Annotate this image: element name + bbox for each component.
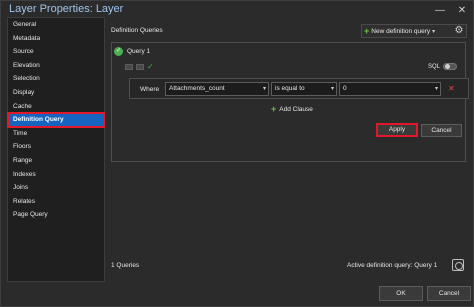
expression-alt-icon[interactable] bbox=[136, 64, 144, 70]
query-count: 1 Queries bbox=[111, 262, 140, 269]
where-label: Where bbox=[140, 86, 160, 93]
sidebar-item-range[interactable]: Range bbox=[8, 154, 104, 168]
minimize-icon[interactable]: — bbox=[433, 4, 447, 18]
gear-icon[interactable]: ⚙ bbox=[453, 25, 465, 37]
apply-button[interactable]: Apply bbox=[376, 123, 418, 137]
cancel-button[interactable]: Cancel bbox=[427, 286, 471, 301]
sidebar-item-time[interactable]: Time bbox=[8, 127, 104, 141]
plus-icon: + bbox=[271, 104, 277, 114]
sidebar-item-metadata[interactable]: Metadata bbox=[8, 32, 104, 46]
close-icon[interactable]: ✕ bbox=[455, 4, 469, 18]
field-value: Attachments_count bbox=[169, 85, 225, 92]
sidebar-item-source[interactable]: Source bbox=[8, 45, 104, 59]
verify-check-icon[interactable]: ✓ bbox=[147, 63, 154, 71]
sidebar-item-page-query[interactable]: Page Query bbox=[8, 208, 104, 222]
info-icon[interactable] bbox=[452, 259, 464, 271]
cancel-query-button[interactable]: Cancel bbox=[421, 124, 462, 137]
query-panel: ✓ Query 1 bbox=[111, 42, 466, 162]
operator-value: is equal to bbox=[275, 85, 305, 92]
operator-select[interactable]: is equal to ▾ bbox=[271, 82, 337, 96]
sql-toggle-knob bbox=[445, 64, 450, 69]
clause-value: 0 bbox=[343, 85, 347, 92]
window-title: Layer Properties: Layer bbox=[9, 3, 124, 15]
chevron-down-icon: ▾ bbox=[262, 86, 266, 92]
sidebar-item-floors[interactable]: Floors bbox=[8, 140, 104, 154]
query-name: Query 1 bbox=[127, 47, 151, 55]
ok-button[interactable]: OK bbox=[379, 286, 423, 301]
layer-properties-dialog: Layer Properties: Layer — ✕ General Meta… bbox=[0, 0, 474, 307]
sidebar-item-general[interactable]: General bbox=[8, 18, 104, 32]
sidebar-item-display[interactable]: Display bbox=[8, 86, 104, 100]
sidebar-item-relates[interactable]: Relates bbox=[8, 195, 104, 209]
value-select[interactable]: 0 ▾ bbox=[339, 82, 441, 96]
property-sidebar: General Metadata Source Elevation Select… bbox=[7, 17, 105, 282]
expression-icon[interactable] bbox=[125, 64, 133, 70]
sql-toggle[interactable] bbox=[443, 63, 457, 70]
field-select[interactable]: Attachments_count ▾ bbox=[165, 82, 269, 96]
clause-row: Where Attachments_count ▾ is equal to ▾ … bbox=[129, 78, 469, 99]
definition-query-pane: Definition Queries + New definition quer… bbox=[108, 22, 468, 279]
query-toolbar: ✓ bbox=[125, 63, 154, 71]
sidebar-item-cache[interactable]: Cache bbox=[8, 100, 104, 114]
sidebar-item-definition-query[interactable]: Definition Query bbox=[7, 112, 105, 128]
remove-clause-icon[interactable]: ✕ bbox=[448, 85, 455, 93]
query-header[interactable]: ✓ Query 1 bbox=[114, 45, 463, 57]
new-definition-query-button[interactable]: + New definition query ▾ bbox=[361, 24, 467, 38]
chevron-down-icon: ▾ bbox=[330, 86, 334, 92]
sidebar-item-indexes[interactable]: Indexes bbox=[8, 168, 104, 182]
new-query-label: New definition query bbox=[371, 27, 431, 35]
check-circle-icon: ✓ bbox=[114, 46, 123, 56]
add-clause-button[interactable]: + Add Clause bbox=[271, 105, 313, 114]
sidebar-item-joins[interactable]: Joins bbox=[8, 181, 104, 195]
plus-icon: + bbox=[364, 25, 370, 36]
chevron-down-icon: ▾ bbox=[432, 28, 436, 35]
sidebar-item-elevation[interactable]: Elevation bbox=[8, 59, 104, 73]
sidebar-item-selection[interactable]: Selection bbox=[8, 72, 104, 86]
add-clause-label: Add Clause bbox=[279, 106, 313, 113]
section-title: Definition Queries bbox=[111, 27, 163, 34]
chevron-down-icon: ▾ bbox=[434, 86, 438, 92]
active-query-status: Active definition query: Query 1 bbox=[347, 262, 438, 269]
sql-label: SQL bbox=[428, 64, 441, 70]
